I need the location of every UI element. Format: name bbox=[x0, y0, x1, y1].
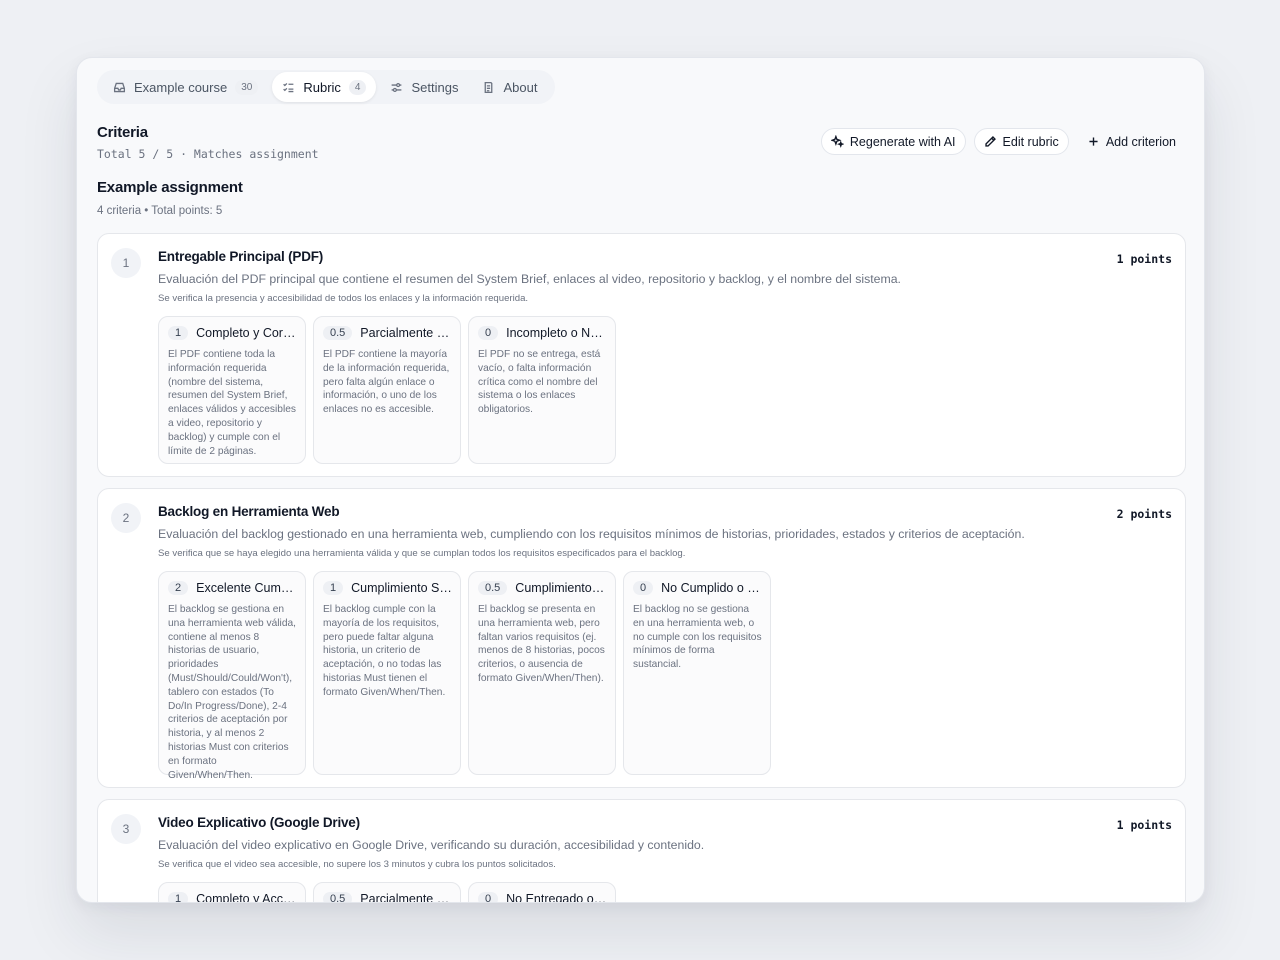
criterion-note: Se verifica que el video sea accesible, … bbox=[158, 859, 556, 870]
criterion-note: Se verifica que se haya elegido una herr… bbox=[158, 548, 686, 559]
checklist-icon bbox=[283, 82, 294, 92]
level-description: El backlog cumple con la mayoría de los … bbox=[323, 604, 446, 698]
pencil-icon bbox=[984, 136, 996, 147]
level-score: 2 bbox=[168, 581, 189, 595]
level-score: 0 bbox=[633, 581, 654, 595]
document-icon bbox=[485, 81, 493, 93]
level-score: 0 bbox=[478, 892, 499, 902]
performance-levels: 1 Completo y Accesible 0.5 Parcialmente Co… bbox=[158, 882, 616, 903]
level-name: No Entregado o No Accesible bbox=[506, 892, 607, 903]
sliders-icon bbox=[392, 82, 402, 92]
add-label: Add criterion bbox=[1105, 134, 1176, 149]
criterion-note: Se verifica la presencia y accesibilidad… bbox=[158, 293, 529, 304]
inbox-icon bbox=[113, 82, 126, 92]
level-name: Parcialmente Completo bbox=[360, 326, 452, 340]
level-description: El PDF contiene toda la información requ… bbox=[168, 349, 296, 457]
criterion-points: 1 points bbox=[1116, 252, 1172, 266]
assignment-title: Example assignment bbox=[97, 179, 243, 196]
performance-levels: 2 Excelente Cumplimiento El backlog se ge… bbox=[158, 571, 771, 781]
tab-label: Example course bbox=[134, 79, 228, 95]
criterion-card[interactable]: 2 Backlog en Herramienta Web 2 points Ev… bbox=[97, 488, 1186, 788]
criterion-description: Evaluación del PDF principal que contien… bbox=[158, 272, 901, 286]
tab-settings[interactable]: Settings bbox=[380, 72, 468, 102]
criterion-card[interactable]: 3 Video Explicativo (Google Drive) 1 poi… bbox=[97, 799, 1186, 903]
app-window: Example course 30 Rubric 4 Settings Abou… bbox=[76, 57, 1205, 903]
level-card[interactable]: 1 Completo y Accesible bbox=[158, 882, 306, 903]
criterion-title: Entregable Principal (PDF) bbox=[158, 249, 324, 264]
level-description: El backlog no se gestiona en una herrami… bbox=[633, 604, 762, 671]
level-score: 1 bbox=[168, 892, 189, 902]
regenerate-with-ai-button[interactable]: Regenerate with AI bbox=[820, 128, 966, 155]
assignment-summary: 4 criteria • Total points: 5 bbox=[97, 205, 223, 217]
page-title: Criteria bbox=[97, 124, 148, 141]
edit-label: Edit rubric bbox=[1002, 134, 1059, 149]
level-description: El backlog se gestiona en una herramient… bbox=[168, 604, 296, 781]
level-score: 0.5 bbox=[323, 892, 353, 902]
level-card[interactable]: 0.5 Cumplimiento Parcial El backlog se pr… bbox=[468, 571, 616, 775]
level-description: El backlog se presenta en una herramient… bbox=[478, 604, 605, 684]
level-name: Completo y Correcto bbox=[196, 326, 297, 340]
level-name: No Cumplido o No Entregado bbox=[661, 581, 762, 595]
tab-rubric[interactable]: Rubric 4 bbox=[272, 72, 377, 102]
tab-example-course[interactable]: Example course 30 bbox=[103, 72, 268, 102]
tab-label: Rubric bbox=[303, 79, 341, 95]
level-name: Excelente Cumplimiento bbox=[196, 581, 297, 595]
criterion-description: Evaluación del video explicativo en Goog… bbox=[158, 838, 705, 852]
toolbar-actions: Regenerate with AI Edit rubric Add crite… bbox=[820, 128, 1186, 155]
level-card[interactable]: 0.5 Parcialmente Completo El PDF contiene… bbox=[313, 316, 461, 464]
criterion-points: 2 points bbox=[1116, 507, 1172, 521]
add-criterion-button[interactable]: Add criterion bbox=[1077, 128, 1186, 155]
tab-label: Settings bbox=[411, 79, 459, 95]
edit-rubric-button[interactable]: Edit rubric bbox=[973, 128, 1069, 155]
tab-label: About bbox=[503, 79, 538, 95]
criterion-points: 1 points bbox=[1116, 818, 1172, 832]
performance-levels: 1 Completo y Correcto El PDF contiene tod… bbox=[158, 316, 616, 464]
level-description: El PDF contiene la mayoría de la informa… bbox=[323, 349, 450, 416]
criterion-title: Backlog en Herramienta Web bbox=[158, 504, 340, 519]
plus-icon bbox=[1089, 137, 1098, 146]
level-score: 0.5 bbox=[323, 326, 353, 340]
criterion-number: 2 bbox=[111, 503, 141, 533]
level-score: 0 bbox=[478, 326, 499, 340]
tab-count-badge: 30 bbox=[235, 79, 259, 95]
criterion-title: Video Explicativo (Google Drive) bbox=[158, 815, 360, 830]
tab-count-badge: 4 bbox=[348, 79, 367, 95]
level-card[interactable]: 0.5 Parcialmente Completo bbox=[313, 882, 461, 903]
level-card[interactable]: 2 Excelente Cumplimiento El backlog se ge… bbox=[158, 571, 306, 781]
criterion-number: 1 bbox=[111, 248, 141, 278]
tab-bar: Example course 30 Rubric 4 Settings Abou… bbox=[97, 70, 556, 104]
criterion-description: Evaluación del backlog gestionado en una… bbox=[158, 527, 1025, 541]
level-name: Completo y Accesible bbox=[196, 892, 297, 903]
sparkles-icon bbox=[830, 135, 844, 148]
level-score: 1 bbox=[323, 581, 344, 595]
level-score: 1 bbox=[168, 326, 189, 340]
level-description: El PDF no se entrega, está vacío, o falt… bbox=[478, 349, 601, 416]
level-name: Parcialmente Completo bbox=[360, 892, 452, 903]
level-name: Cumplimiento Suficiente bbox=[351, 581, 452, 595]
criterion-number: 3 bbox=[111, 814, 141, 844]
level-card[interactable]: 0 Incompleto o No Entregado El PDF no se … bbox=[468, 316, 616, 464]
level-card[interactable]: 0 No Entregado o No Accesible bbox=[468, 882, 616, 903]
level-card[interactable]: 0 No Cumplido o No Entregado El backlog n… bbox=[623, 571, 771, 775]
criteria-total-status: Total 5 / 5 · Matches assignment bbox=[97, 147, 319, 161]
level-name: Cumplimiento Parcial bbox=[515, 581, 607, 595]
level-card[interactable]: 1 Completo y Correcto El PDF contiene tod… bbox=[158, 316, 306, 464]
level-card[interactable]: 1 Cumplimiento Suficiente El backlog cump… bbox=[313, 571, 461, 775]
criterion-card[interactable]: 1 Entregable Principal (PDF) 1 points Ev… bbox=[97, 233, 1186, 477]
level-score: 0.5 bbox=[478, 581, 508, 595]
level-name: Incompleto o No Entregado bbox=[506, 326, 607, 340]
regenerate-label: Regenerate with AI bbox=[849, 134, 956, 149]
tab-about[interactable]: About bbox=[472, 72, 547, 102]
